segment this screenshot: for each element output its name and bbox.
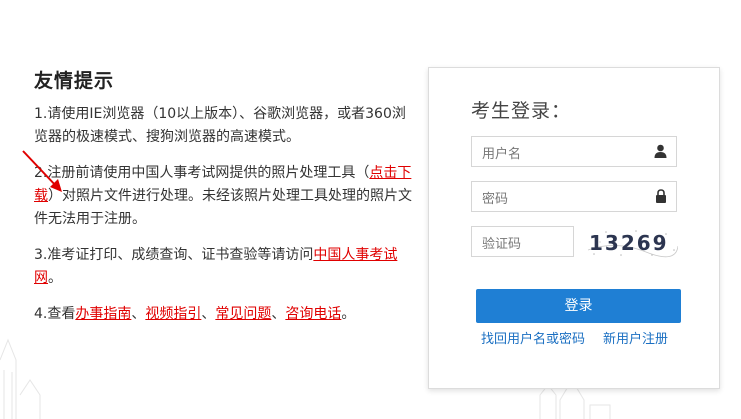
tip-photo-tool: 2.注册前请使用中国人事考试网提供的照片处理工具（点击下载）对照片文件进行处理。… — [34, 162, 414, 231]
password-field[interactable]: 密码 — [471, 181, 677, 212]
tip-browser-text: 1.请使用IE浏览器（10以上版本）、谷歌浏览器，或者360浏览器的极速模式、搜… — [34, 106, 406, 145]
password-placeholder: 密码 — [482, 192, 509, 207]
video-guide-link[interactable]: 视频指引 — [145, 306, 201, 322]
tip-exam-prefix: 3.准考证打印、成绩查询、证书查验等请访问 — [34, 247, 314, 263]
user-icon — [654, 144, 667, 158]
username-field[interactable]: 用户名 — [471, 136, 677, 167]
register-link[interactable]: 新用户注册 — [603, 328, 668, 347]
tip-exam-site: 3.准考证打印、成绩查询、证书查验等请访问中国人事考试网。 — [34, 244, 414, 290]
friendly-tips: 友情提示 1.请使用IE浏览器（10以上版本）、谷歌浏览器，或者360浏览器的极… — [34, 66, 414, 339]
tips-title: 友情提示 — [34, 70, 115, 92]
tip-help-suffix: 。 — [341, 306, 356, 322]
tip-photo-prefix: 2.注册前请使用中国人事考试网提供的照片处理工具（ — [34, 165, 370, 181]
faq-link[interactable]: 常见问题 — [215, 306, 271, 322]
guide-link[interactable]: 办事指南 — [75, 306, 131, 322]
recover-account-link[interactable]: 找回用户名或密码 — [481, 328, 585, 347]
login-title: 考生登录： — [471, 100, 572, 122]
tip-help-prefix: 4.查看 — [34, 306, 76, 322]
login-button[interactable]: 登录 — [476, 289, 681, 323]
captcha-field[interactable]: 验证码 — [471, 226, 574, 257]
username-placeholder: 用户名 — [482, 147, 522, 162]
captcha-placeholder: 验证码 — [482, 237, 522, 252]
tip-exam-suffix: 。 — [48, 270, 62, 286]
tip-browser: 1.请使用IE浏览器（10以上版本）、谷歌浏览器，或者360浏览器的极速模式、搜… — [34, 103, 414, 149]
separator: 、 — [131, 306, 146, 322]
captcha-text: 13269 — [589, 231, 669, 255]
lock-icon — [656, 189, 666, 203]
tip-photo-suffix: ）对照片文件进行处理。未经该照片处理工具处理的照片文件无法用于注册。 — [34, 188, 412, 227]
separator: 、 — [201, 306, 216, 322]
captcha-image[interactable]: 13269 — [586, 228, 678, 258]
separator: 、 — [271, 306, 286, 322]
red-arrow-icon — [22, 150, 62, 192]
consult-phone-link[interactable]: 咨询电话 — [285, 306, 341, 322]
login-panel: 考生登录： 用户名 密码 验证码 13269 登录 找回用户名或密码 新用户注册 — [428, 67, 720, 389]
tip-help-links: 4.查看办事指南、视频指引、常见问题、咨询电话。 — [34, 303, 414, 326]
